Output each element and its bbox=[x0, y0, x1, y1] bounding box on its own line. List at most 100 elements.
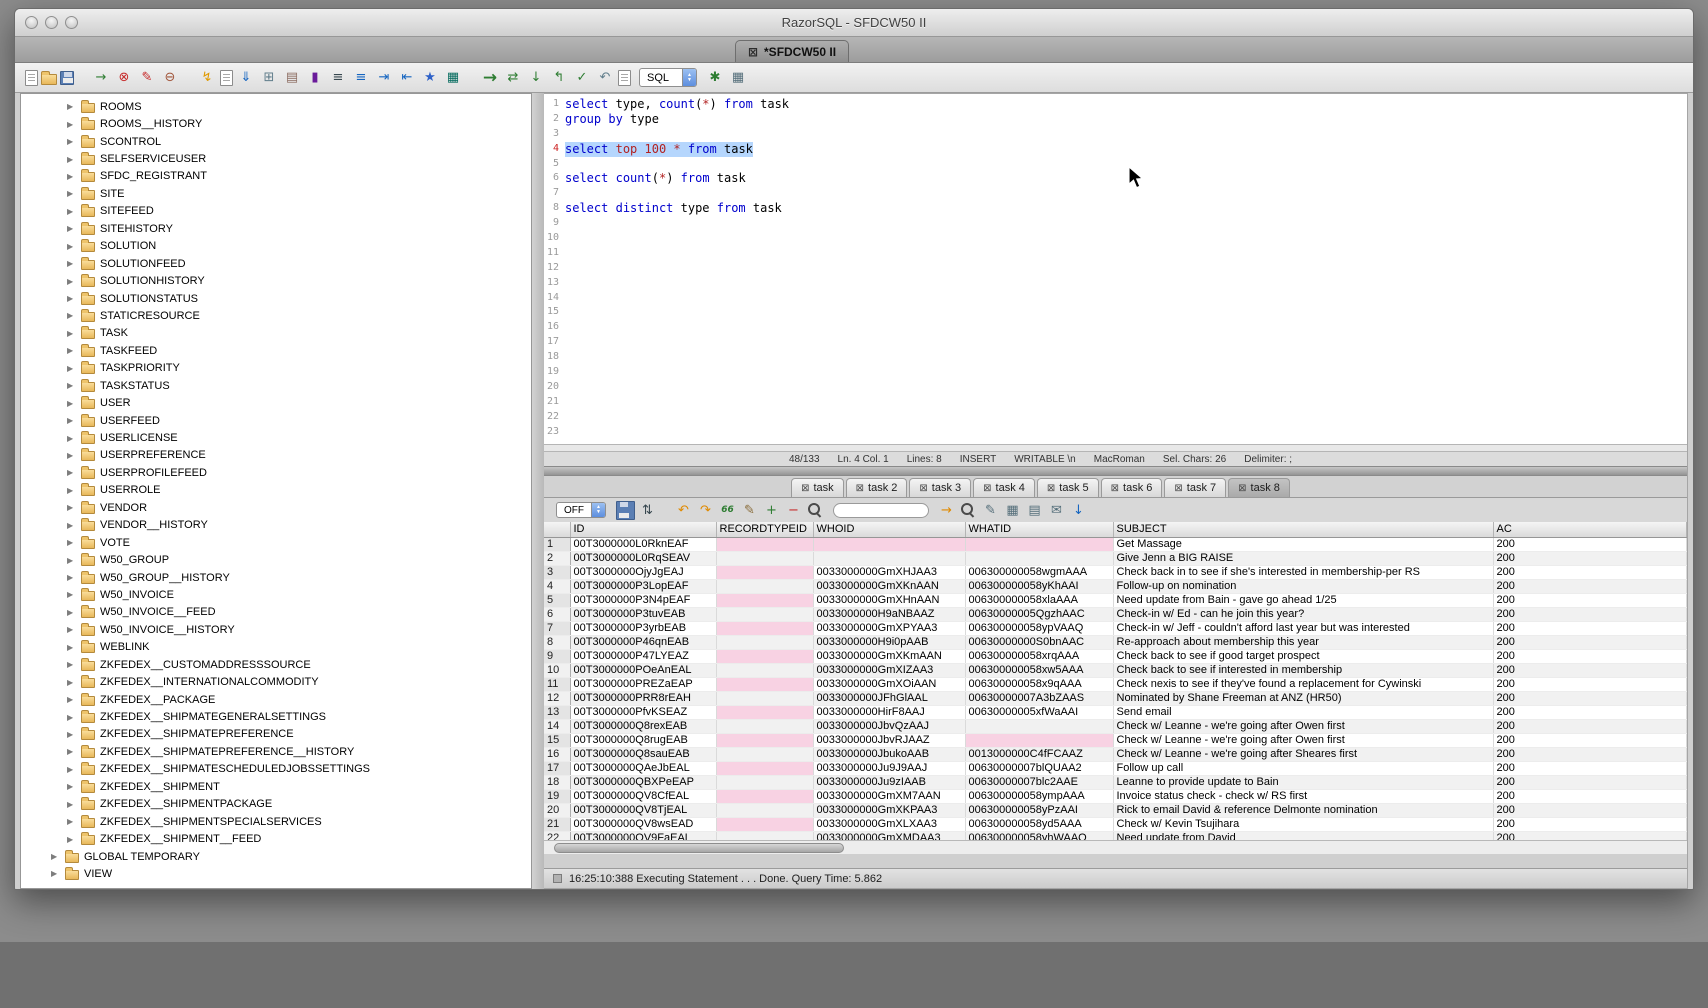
close-tab-icon[interactable]: ⊠ bbox=[919, 483, 927, 494]
cell[interactable]: 0033000000GmXLXAA3 bbox=[813, 817, 965, 831]
disclosure-triangle-icon[interactable]: ▶ bbox=[67, 625, 76, 634]
limit-combo[interactable]: OFF ▲▼ bbox=[556, 502, 606, 518]
cell[interactable]: 006300000058wgmAAA bbox=[965, 565, 1113, 579]
disclosure-triangle-icon[interactable]: ▶ bbox=[67, 730, 76, 739]
cell[interactable]: 0033000000Ju9zIAAB bbox=[813, 775, 965, 789]
cell[interactable]: 0033000000H9aNBAAZ bbox=[813, 607, 965, 621]
editor-hscrollbar[interactable] bbox=[544, 444, 1687, 452]
tree-item[interactable]: ▶VENDOR__HISTORY bbox=[21, 517, 531, 534]
cell[interactable]: 006300000058yhWAAQ bbox=[965, 831, 1113, 840]
cell[interactable]: 00630000000S0bnAAC bbox=[965, 635, 1113, 649]
tree-item[interactable]: ▶TASK bbox=[21, 325, 531, 342]
save-results-icon[interactable] bbox=[616, 501, 635, 520]
disclosure-triangle-icon[interactable]: ▶ bbox=[67, 172, 76, 181]
cell[interactable] bbox=[716, 579, 813, 593]
cell[interactable] bbox=[716, 733, 813, 747]
result-tab[interactable]: ⊠task 5 bbox=[1037, 478, 1099, 497]
cell[interactable]: 00T3000000OjyJgEAJ bbox=[570, 565, 716, 579]
cell[interactable]: 00T3000000POeAnEAL bbox=[570, 663, 716, 677]
cell[interactable] bbox=[716, 831, 813, 840]
close-tab-icon[interactable]: ⊠ bbox=[1238, 483, 1246, 494]
tree-item[interactable]: ▶ZKFEDEX__INTERNATIONALCOMMODITY bbox=[21, 673, 531, 690]
disclosure-triangle-icon[interactable]: ▶ bbox=[67, 242, 76, 251]
copy-icon[interactable]: ⊞ bbox=[259, 68, 279, 88]
disclosure-triangle-icon[interactable]: ▶ bbox=[67, 835, 76, 844]
cell[interactable]: 200 bbox=[1493, 565, 1687, 579]
table-row[interactable]: 1100T3000000PREZaEAP0033000000GmXOiAAN00… bbox=[544, 677, 1687, 691]
edit-cell-icon[interactable]: ✎ bbox=[740, 501, 759, 520]
cell[interactable]: 0033000000GmXKPAA3 bbox=[813, 803, 965, 817]
cell[interactable]: 0033000000JbvQzAAJ bbox=[813, 719, 965, 733]
column-header[interactable]: ID bbox=[570, 522, 716, 537]
tree-item[interactable]: ▶VOTE bbox=[21, 534, 531, 551]
table-row[interactable]: 2200T3000000QV9FaEAL0033000000GmXMDAA300… bbox=[544, 831, 1687, 840]
limit-stepper-icon[interactable]: ▲▼ bbox=[591, 503, 605, 517]
tree-item[interactable]: ▶ZKFEDEX__SHIPMENTSPECIALSERVICES bbox=[21, 813, 531, 830]
cell[interactable] bbox=[716, 663, 813, 677]
cell[interactable]: 200 bbox=[1493, 551, 1687, 565]
tree-item[interactable]: ▶TASKFEED bbox=[21, 342, 531, 359]
cell[interactable]: 006300000058yKhAAI bbox=[965, 579, 1113, 593]
disclosure-triangle-icon[interactable]: ▶ bbox=[67, 556, 76, 565]
favorites-icon[interactable]: ★ bbox=[420, 68, 440, 88]
cell[interactable] bbox=[716, 817, 813, 831]
cell[interactable]: 006300000058xrqAAA bbox=[965, 649, 1113, 663]
cell[interactable] bbox=[965, 537, 1113, 551]
table-row[interactable]: 1300T3000000PfvKSEAZ0033000000HirF8AAJ00… bbox=[544, 705, 1687, 719]
table-row[interactable]: 400T3000000P3LopEAF0033000000GmXKnAAN006… bbox=[544, 579, 1687, 593]
cell[interactable]: Leanne to provide update to Bain bbox=[1113, 775, 1493, 789]
table-row[interactable]: 600T3000000P3tuvEAB0033000000H9aNBAAZ006… bbox=[544, 607, 1687, 621]
cell[interactable]: Check w/ Leanne - we're going after Owen… bbox=[1113, 733, 1493, 747]
cell[interactable]: 00T3000000P3tuvEAB bbox=[570, 607, 716, 621]
cell[interactable] bbox=[716, 705, 813, 719]
cell[interactable]: 00T3000000P47LYEAZ bbox=[570, 649, 716, 663]
cell[interactable]: 200 bbox=[1493, 719, 1687, 733]
tree-item[interactable]: ▶ZKFEDEX__SHIPMENTPACKAGE bbox=[21, 796, 531, 813]
cell[interactable]: 200 bbox=[1493, 747, 1687, 761]
cell[interactable]: 00630000007blc2AAE bbox=[965, 775, 1113, 789]
fetch-next-icon[interactable]: ↓ bbox=[526, 68, 546, 88]
editor-line[interactable]: 5 bbox=[546, 157, 1687, 172]
cell[interactable]: Need update from David bbox=[1113, 831, 1493, 840]
disclosure-triangle-icon[interactable]: ▶ bbox=[67, 416, 76, 425]
sql-mode-combo[interactable]: SQL ▲▼ bbox=[639, 68, 697, 87]
cell[interactable]: 006300000058x9qAAA bbox=[965, 677, 1113, 691]
result-tab[interactable]: ⊠task 3 bbox=[909, 478, 971, 497]
cell[interactable]: 200 bbox=[1493, 831, 1687, 840]
tree-item[interactable]: ▶SOLUTIONFEED bbox=[21, 255, 531, 272]
tree-item[interactable]: ▶ROOMS__HISTORY bbox=[21, 115, 531, 132]
column-header[interactable]: RECORDTYPEID bbox=[716, 522, 813, 537]
editor-line[interactable]: 17 bbox=[546, 335, 1687, 350]
disclosure-triangle-icon[interactable]: ▶ bbox=[67, 137, 76, 146]
cell[interactable] bbox=[716, 635, 813, 649]
table-row[interactable]: 1000T3000000POeAnEAL0033000000GmXIZAA300… bbox=[544, 663, 1687, 677]
cell[interactable]: Check w/ Leanne - we're going after Shea… bbox=[1113, 747, 1493, 761]
zoom-button[interactable] bbox=[65, 16, 78, 29]
cell[interactable]: Follow-up on nomination bbox=[1113, 579, 1493, 593]
cell[interactable]: 00T3000000P3N4pEAF bbox=[570, 593, 716, 607]
disclosure-triangle-icon[interactable]: ▶ bbox=[67, 538, 76, 547]
find-icon[interactable] bbox=[806, 501, 825, 520]
editor-line[interactable]: 8select distinct type from task bbox=[546, 201, 1687, 216]
cell[interactable]: 00T3000000QBXPeEAP bbox=[570, 775, 716, 789]
cell[interactable]: 00T3000000QV8wsEAD bbox=[570, 817, 716, 831]
disclosure-triangle-icon[interactable]: ▶ bbox=[67, 660, 76, 669]
editor-line[interactable]: 6select count(*) from task bbox=[546, 171, 1687, 186]
editor-line[interactable]: 20 bbox=[546, 380, 1687, 395]
form-view-icon[interactable]: ▤ bbox=[1025, 501, 1044, 520]
tree-item[interactable]: ▶W50_INVOICE__FEED bbox=[21, 604, 531, 621]
table-row[interactable]: 500T3000000P3N4pEAF0033000000GmXHnAAN006… bbox=[544, 593, 1687, 607]
tree-item[interactable]: ▶ZKFEDEX__SHIPMATEGENERALSETTINGS bbox=[21, 708, 531, 725]
document-tab[interactable]: ⊠ *SFDCW50 II bbox=[735, 40, 849, 62]
disclosure-triangle-icon[interactable]: ▶ bbox=[67, 678, 76, 687]
cell[interactable]: 200 bbox=[1493, 691, 1687, 705]
tree-item[interactable]: ▶SELFSERVICEUSER bbox=[21, 150, 531, 167]
cell[interactable]: Need update from Bain - gave go ahead 1/… bbox=[1113, 593, 1493, 607]
disclosure-triangle-icon[interactable]: ▶ bbox=[67, 643, 76, 652]
cell[interactable]: 00630000005QgzhAAC bbox=[965, 607, 1113, 621]
editor-line[interactable]: 21 bbox=[546, 395, 1687, 410]
table-row[interactable]: 2000T3000000QV8TjEAL0033000000GmXKPAA300… bbox=[544, 803, 1687, 817]
check-syntax-icon[interactable]: ✓ bbox=[572, 68, 592, 88]
redo-edit-icon[interactable]: ↷ bbox=[696, 501, 715, 520]
disclosure-triangle-icon[interactable]: ▶ bbox=[67, 747, 76, 756]
